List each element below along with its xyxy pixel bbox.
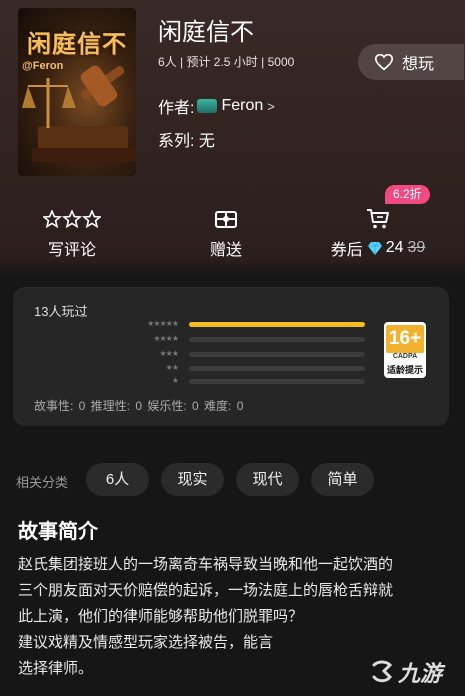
- age-rating-value: 16+: [386, 325, 424, 353]
- watermark-text: 九游: [398, 661, 443, 686]
- played-count: 13人玩过: [34, 304, 88, 319]
- score-breakdown: 故事性: 0 推理性: 0 娱乐性: 0 难度: 0: [34, 399, 244, 413]
- tag-modern[interactable]: 现代: [236, 463, 299, 496]
- synopsis-line: 此上演，他们的律师能够帮助他们脱罪吗？: [18, 608, 304, 625]
- rating-bar-5: [189, 322, 365, 327]
- tag-players[interactable]: 6人: [86, 463, 149, 496]
- original-price: 39: [407, 239, 426, 256]
- gift-button[interactable]: 赠送: [196, 207, 256, 260]
- jiuyou-logo-icon: [372, 660, 393, 683]
- buy-label: 券后: [330, 242, 363, 259]
- synopsis-line: 建议戏精及情感型玩家选择被告，能言: [18, 634, 274, 651]
- want-to-play-label: 想玩: [402, 56, 435, 73]
- game-meta: 6人 | 预计 2.5 小时 | 5000: [158, 55, 295, 69]
- rating-bar-4: [189, 337, 365, 342]
- rating-bar-5-fill: [189, 322, 365, 327]
- cart-icon: [367, 209, 389, 229]
- rating-bar-1: [189, 379, 365, 384]
- stats-panel: 13人玩过 ★★★★★ ★★★★ ★★★ ★★ ★ 16+ CADPA 适龄提示…: [13, 287, 449, 426]
- synopsis-line: 三个朋友面对天价赔偿的起诉，一场法庭上的唇枪舌辩就: [18, 582, 394, 599]
- want-to-play-button[interactable]: 想玩: [358, 44, 464, 80]
- synopsis-title: 故事简介: [18, 521, 98, 543]
- author-link[interactable]: 作者: Feron >: [158, 94, 275, 118]
- tag-realistic[interactable]: 现实: [161, 463, 224, 496]
- diamond-icon: [367, 241, 382, 255]
- author-avatar: [197, 99, 218, 113]
- game-title: 闲庭信不: [158, 19, 254, 46]
- synopsis-line: 赵氏集团接班人的一场离奇车祸导致当晚和他一起饮酒的: [18, 556, 394, 573]
- stars-icon: [43, 210, 101, 228]
- gift-icon: [215, 211, 237, 228]
- price: 24: [385, 239, 404, 256]
- write-review-label: 写评论: [47, 242, 96, 259]
- age-rating-org: CADPA: [392, 353, 418, 360]
- tag-simple[interactable]: 简单: [311, 463, 374, 496]
- chevron-right-icon: >: [267, 98, 275, 114]
- write-review-button[interactable]: 写评论: [30, 207, 114, 260]
- stars-1-label: ★: [171, 376, 179, 385]
- game-cover[interactable]: 闲庭信不 @Feron: [18, 8, 136, 176]
- related-categories-label: 相关分类: [16, 475, 69, 490]
- cover-subtitle: @Feron: [22, 60, 64, 72]
- buy-button[interactable]: 券后 24 39: [318, 207, 438, 260]
- stars-4-label: ★★★★: [153, 334, 179, 343]
- rating-bar-3: [189, 352, 365, 357]
- gift-label: 赠送: [209, 242, 242, 259]
- heart-outline-icon: [374, 53, 394, 71]
- discount-badge: 6.2折: [385, 185, 430, 204]
- age-rating-badge: 16+ CADPA 适龄提示: [384, 322, 426, 378]
- series-info: 系列: 无: [158, 133, 215, 150]
- watermark: 九游: [370, 656, 442, 688]
- rating-bar-2: [189, 366, 365, 371]
- author-label: 作者:: [158, 100, 195, 117]
- age-rating-tip: 适龄提示: [386, 365, 423, 375]
- stars-3-label: ★★★: [159, 349, 179, 358]
- author-name: Feron: [221, 97, 264, 114]
- header-fade: [0, 258, 465, 274]
- stars-2-label: ★★: [165, 363, 179, 372]
- cover-title: 闲庭信不: [27, 29, 127, 58]
- stars-5-label: ★★★★★: [147, 319, 179, 328]
